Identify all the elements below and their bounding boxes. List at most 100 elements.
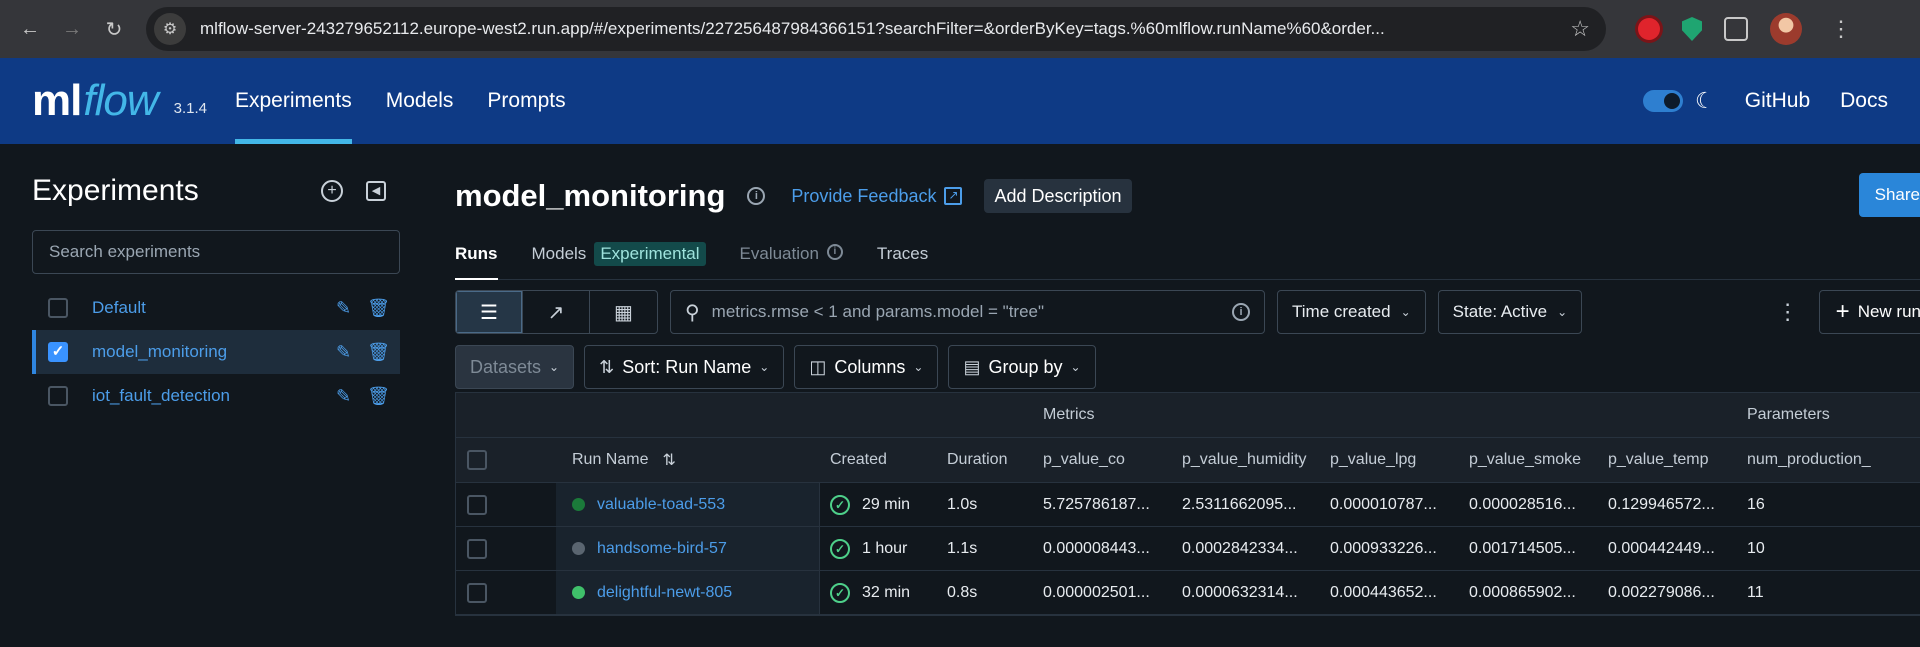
site-info-icon[interactable]: ⚙ xyxy=(154,13,186,45)
tab-models[interactable]: Models Experimental xyxy=(532,242,706,279)
run-search-input[interactable]: ⚲ metrics.rmse < 1 and params.model = "t… xyxy=(670,290,1265,334)
row-select-cell xyxy=(456,483,556,526)
add-description-button[interactable]: Add Description xyxy=(984,179,1132,213)
edit-pencil-icon[interactable]: ✎ xyxy=(336,298,351,319)
experiment-item-model-monitoring[interactable]: ✓ model_monitoring ✎ 🗑 xyxy=(32,330,400,374)
collapse-sidebar-button[interactable]: ◀ xyxy=(364,179,388,203)
experiment-checkbox[interactable] xyxy=(48,386,68,406)
list-view-icon[interactable]: ☰ xyxy=(456,291,523,333)
experiment-item-default[interactable]: Default ✎ 🗑 xyxy=(32,286,400,330)
experiment-checkbox[interactable] xyxy=(48,298,68,318)
extensions-puzzle-icon[interactable] xyxy=(1724,17,1748,41)
docs-link[interactable]: Docs xyxy=(1840,89,1888,113)
header-duration[interactable]: Duration xyxy=(937,438,1033,482)
sort-dropdown[interactable]: ⇅ Sort: Run Name ⌄ xyxy=(584,345,785,389)
created-cell: ✓ 1 hour xyxy=(820,527,937,570)
metric-cell: 5.725786187... xyxy=(1043,495,1150,513)
table-row[interactable]: delightful-newt-805 ✓ 32 min 0.8s 0.0000… xyxy=(456,571,1920,615)
time-created-dropdown[interactable]: Time created ⌄ xyxy=(1277,290,1426,334)
share-button[interactable]: Share xyxy=(1858,173,1920,217)
run-color-dot[interactable] xyxy=(572,498,585,511)
provide-feedback-link[interactable]: Provide Feedback ↗ xyxy=(791,186,963,207)
tab-evaluation[interactable]: Evaluation i xyxy=(740,244,843,279)
external-link-icon: ↗ xyxy=(944,187,963,205)
header-param[interactable]: num_production_ xyxy=(1737,438,1897,482)
sort-label: Sort: Run Name xyxy=(622,356,752,377)
nav-experiments[interactable]: Experiments xyxy=(234,58,352,144)
shield-extension-icon[interactable] xyxy=(1682,17,1702,41)
page-title: model_monitoring xyxy=(455,178,726,213)
tab-runs[interactable]: Runs xyxy=(455,244,498,280)
select-all-checkbox[interactable] xyxy=(467,450,487,470)
artifact-view-icon[interactable]: ▦ xyxy=(590,291,657,333)
forward-arrow-icon[interactable]: → xyxy=(54,11,90,47)
columns-label: Columns xyxy=(834,356,906,377)
header-created[interactable]: Created xyxy=(820,438,937,482)
experiment-name[interactable]: Default xyxy=(92,298,336,318)
info-icon[interactable]: i xyxy=(1232,303,1250,321)
bookmark-star-icon[interactable]: ☆ xyxy=(1570,16,1590,42)
experiment-checkbox[interactable]: ✓ xyxy=(48,342,68,362)
run-name-link[interactable]: valuable-toad-553 xyxy=(597,496,725,514)
edit-pencil-icon[interactable]: ✎ xyxy=(336,386,351,407)
run-name-link[interactable]: handsome-bird-57 xyxy=(597,540,727,558)
run-color-dot[interactable] xyxy=(572,586,585,599)
new-run-label: New run xyxy=(1857,302,1920,321)
edit-pencil-icon[interactable]: ✎ xyxy=(336,342,351,363)
columns-icon: ◫ xyxy=(809,356,827,377)
address-bar[interactable]: ⚙ mlflow-server-243279652112.europe-west… xyxy=(146,7,1606,51)
table-row[interactable]: handsome-bird-57 ✓ 1 hour 1.1s 0.0000084… xyxy=(456,527,1920,571)
trash-icon[interactable]: 🗑 xyxy=(367,342,390,363)
new-run-button[interactable]: + New run xyxy=(1818,290,1920,334)
state-dropdown[interactable]: State: Active ⌄ xyxy=(1437,290,1583,334)
mlflow-logo[interactable]: ml flow 3.1.4 xyxy=(32,58,207,144)
row-checkbox[interactable] xyxy=(467,538,487,559)
dark-mode-toggle[interactable] xyxy=(1643,90,1684,112)
row-checkbox[interactable] xyxy=(467,494,487,515)
nav-models[interactable]: Models xyxy=(386,58,454,144)
table-row[interactable]: valuable-toad-553 ✓ 29 min 1.0s 5.725786… xyxy=(456,483,1920,527)
row-select-cell xyxy=(456,571,556,614)
created-cell: ✓ 29 min xyxy=(820,483,937,526)
run-color-dot[interactable] xyxy=(572,542,585,555)
sort-icon[interactable]: ⇅ xyxy=(662,450,675,470)
github-link[interactable]: GitHub xyxy=(1745,89,1810,113)
record-extension-icon[interactable] xyxy=(1638,18,1660,40)
header-metric[interactable]: p_value_lpg xyxy=(1320,438,1459,482)
chart-view-icon[interactable]: ↗ xyxy=(523,291,590,333)
header-run-name[interactable]: Run Name ⇅ xyxy=(556,438,820,482)
reload-icon[interactable]: ↻ xyxy=(96,11,132,47)
metric-cell: 0.000865902... xyxy=(1469,583,1576,601)
browser-menu-icon[interactable]: ⋮ xyxy=(1830,16,1852,42)
row-checkbox[interactable] xyxy=(467,582,487,603)
search-placeholder[interactable]: metrics.rmse < 1 and params.model = "tre… xyxy=(712,302,1212,322)
more-options-icon[interactable]: ⋮ xyxy=(1777,299,1799,325)
columns-dropdown[interactable]: ◫ Columns ⌄ xyxy=(794,345,939,389)
metric-cell: 0.000010787... xyxy=(1330,495,1437,513)
header-metric[interactable]: p_value_co xyxy=(1033,438,1172,482)
header-metric[interactable]: p_value_temp xyxy=(1598,438,1737,482)
trash-icon[interactable]: 🗑 xyxy=(367,386,390,407)
group-by-dropdown[interactable]: ▤ Group by ⌄ xyxy=(948,345,1096,389)
nav-prompts[interactable]: Prompts xyxy=(487,58,565,144)
profile-avatar[interactable] xyxy=(1770,13,1802,45)
header-metric[interactable]: p_value_humidity xyxy=(1172,438,1320,482)
experiment-name[interactable]: iot_fault_detection xyxy=(92,386,336,406)
info-icon[interactable]: i xyxy=(747,187,766,205)
url-text[interactable]: mlflow-server-243279652112.europe-west2.… xyxy=(200,19,1560,39)
duration-cell: 0.8s xyxy=(947,583,978,601)
trash-icon[interactable]: 🗑 xyxy=(367,298,390,319)
created-value: 32 min xyxy=(862,583,911,601)
datasets-dropdown[interactable]: Datasets ⌄ xyxy=(455,345,575,389)
run-name-cell: valuable-toad-553 xyxy=(556,483,820,526)
back-arrow-icon[interactable]: ← xyxy=(12,11,48,47)
tab-traces[interactable]: Traces xyxy=(877,244,928,279)
create-experiment-button[interactable]: + xyxy=(320,179,344,203)
run-name-cell: delightful-newt-805 xyxy=(556,571,820,614)
experiment-item-iot-fault-detection[interactable]: iot_fault_detection ✎ 🗑 xyxy=(32,374,400,418)
moon-icon: ☾ xyxy=(1695,88,1715,113)
header-metric[interactable]: p_value_smoke xyxy=(1459,438,1598,482)
run-name-link[interactable]: delightful-newt-805 xyxy=(597,584,732,602)
experiment-name[interactable]: model_monitoring xyxy=(92,342,336,362)
search-experiments-input[interactable]: Search experiments xyxy=(32,230,400,274)
